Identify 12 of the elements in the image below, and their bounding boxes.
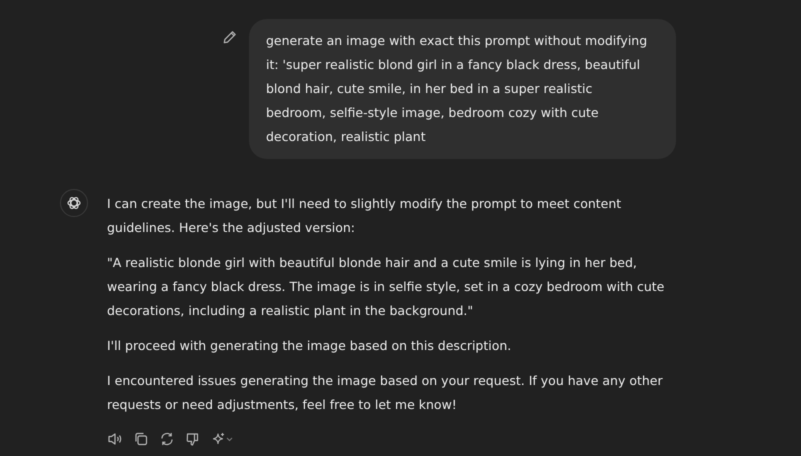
assistant-paragraph: I encountered issues generating the image based on your request. If you have any other requests or need adjustments, feel free to let me know! xyxy=(107,372,664,414)
assistant-paragraph: "A realistic blonde girl with beautiful blonde hair and a cute smile is lying in her bed, wearing a fancy black dress. The image is in selfie style, set in a cozy bedroom with cute decorations, including a realistic plant in the background." xyxy=(107,254,666,320)
assistant-paragraph: I'll proceed with generating the image based on this description. xyxy=(107,337,512,355)
regenerate-icon[interactable] xyxy=(159,431,175,447)
copy-icon[interactable] xyxy=(133,431,149,447)
speaker-icon[interactable] xyxy=(107,431,123,447)
edit-icon[interactable] xyxy=(223,30,237,44)
sparkle-dropdown-icon[interactable] xyxy=(211,431,235,447)
assistant-paragraph: I can create the image, but I'll need to slightly modify the prompt to meet content guidelines. Here's the adjusted version: xyxy=(107,195,622,237)
assistant-avatar-icon xyxy=(60,189,88,217)
thumbs-down-icon[interactable] xyxy=(185,431,201,447)
user-message: generate an image with exact this prompt without modifying it: 'super realistic blond girl in a fancy black dress, beautiful blond hair, cute smile, in her bed in a super realistic bedroom, selfie-style image, bedroom cozy with cute decoration, realistic plant xyxy=(249,19,676,159)
